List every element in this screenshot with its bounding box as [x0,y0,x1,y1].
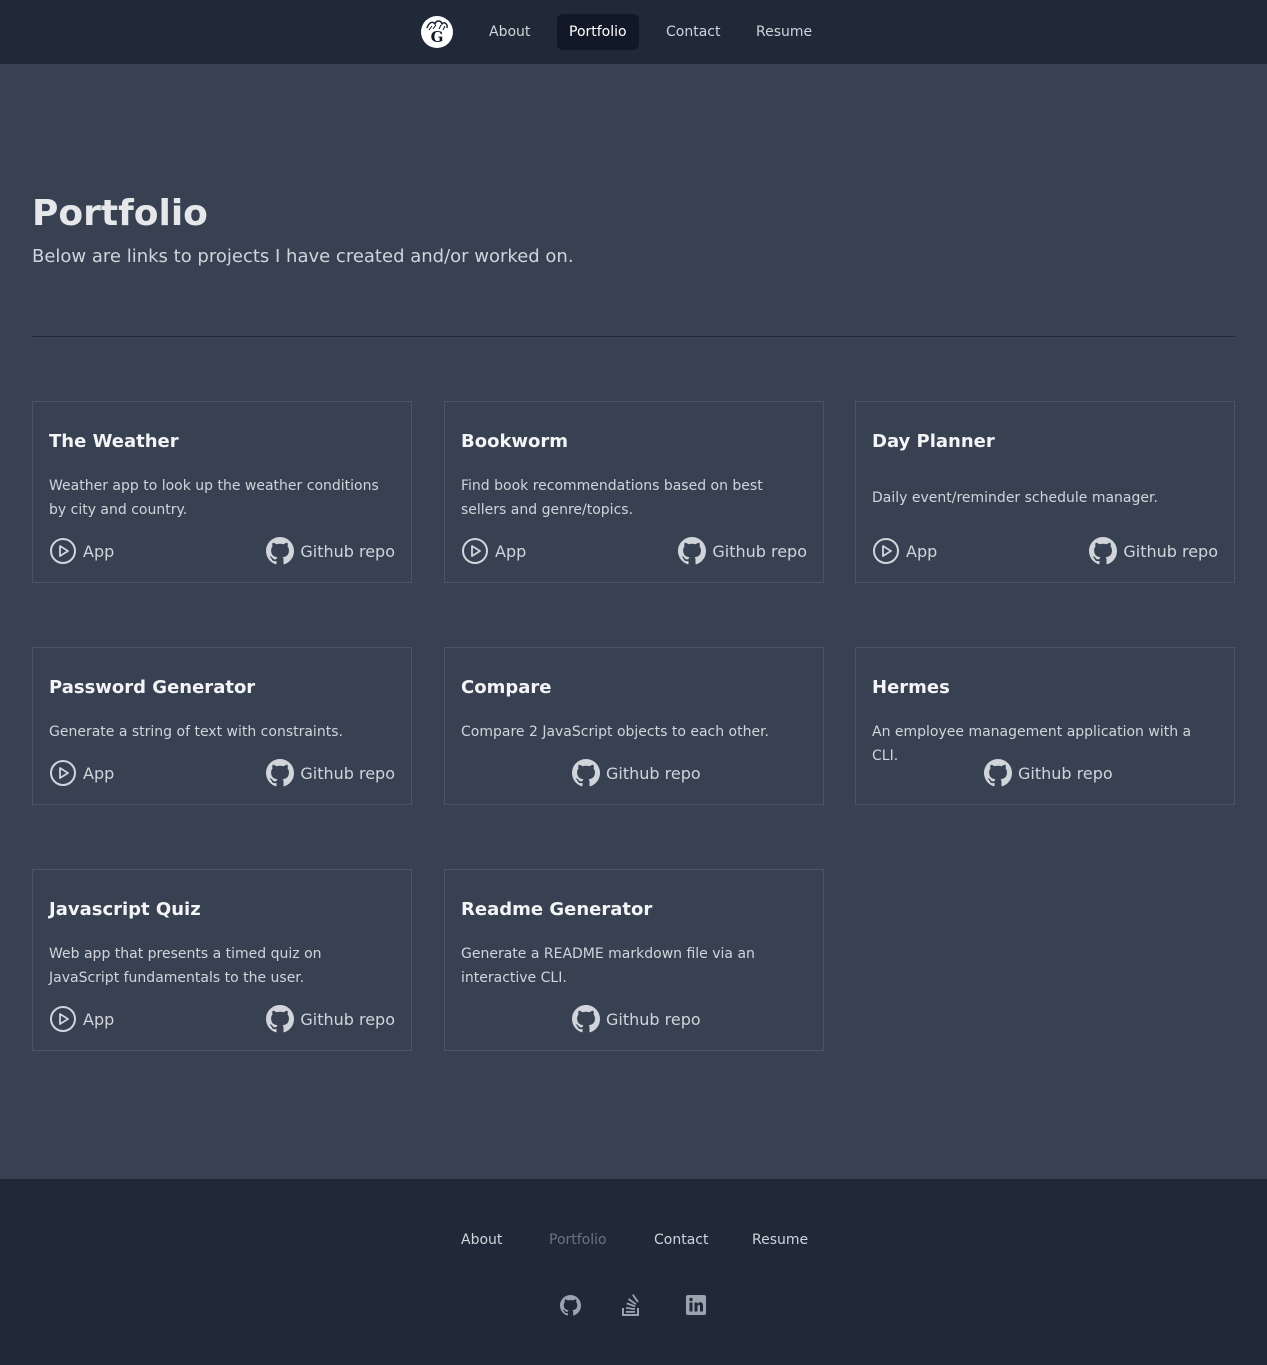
github-repo-link[interactable]: Github repo [572,757,701,789]
stackoverflow-social-link[interactable] [619,1293,643,1317]
project-title: Readme Generator [461,899,653,920]
play-icon [49,537,77,565]
project-description: Generate a README markdown file via an i… [461,946,755,986]
project-card: Day Planner Daily event/reminder schedul… [855,401,1235,583]
page-title: Portfolio [32,193,208,234]
github-repo-label: Github repo [1018,763,1113,783]
nav-about[interactable]: About [477,14,542,50]
footer-link-about[interactable]: About [461,1230,502,1250]
github-repo-link[interactable]: Github repo [678,535,807,567]
play-icon [49,759,77,787]
github-icon [266,537,294,565]
app-link-label: App [83,541,115,561]
project-title: The Weather [49,431,179,452]
github-social-link[interactable] [558,1293,582,1317]
logo[interactable]: G [421,16,453,48]
nav-portfolio[interactable]: Portfolio [557,14,639,50]
github-repo-link[interactable]: Github repo [266,535,395,567]
page-subtitle: Below are links to projects I have creat… [32,246,574,267]
github-icon [559,1294,581,1315]
project-description: Web app that presents a timed quiz on Ja… [49,946,322,986]
app-link[interactable]: App [872,535,937,567]
footer-link-resume[interactable]: Resume [752,1230,808,1250]
project-description: Find book recommendations based on best … [461,478,763,518]
app-link[interactable]: App [461,535,526,567]
nav-contact[interactable]: Contact [654,14,732,50]
project-title: Compare [461,677,552,698]
project-card: Javascript Quiz Web app that presents a … [32,869,412,1051]
github-repo-link[interactable]: Github repo [572,1003,701,1035]
app-link-label: App [906,541,938,561]
project-title: Day Planner [872,431,995,452]
play-icon [872,537,900,565]
divider [32,336,1235,337]
footer-link-portfolio[interactable]: Portfolio [549,1230,607,1250]
play-icon [49,1005,77,1033]
nav-resume[interactable]: Resume [744,14,824,50]
stackoverflow-icon [622,1294,639,1316]
github-repo-link[interactable]: Github repo [266,757,395,789]
project-description: Daily event/reminder schedule manager. [872,490,1158,506]
project-card: The Weather Weather app to look up the w… [32,401,412,583]
project-title: Password Generator [49,677,256,698]
github-repo-label: Github repo [300,1009,395,1029]
app-link-label: App [83,1009,115,1029]
project-title: Javascript Quiz [49,899,201,920]
github-repo-label: Github repo [606,1009,701,1029]
github-icon [266,1005,294,1033]
app-link-label: App [83,763,115,783]
github-icon [678,537,706,565]
footer: About Portfolio Contact Resume [0,1179,1267,1365]
footer-link-contact[interactable]: Contact [654,1230,708,1250]
app-link[interactable]: App [49,535,114,567]
project-description: Compare 2 JavaScript objects to each oth… [461,724,770,740]
project-card: Password Generator Generate a string of … [32,647,412,805]
linkedin-social-link[interactable] [684,1293,708,1317]
project-description: Generate a string of text with constrain… [49,724,343,740]
github-repo-label: Github repo [300,541,395,561]
github-icon [266,759,294,787]
github-repo-link[interactable]: Github repo [266,1003,395,1035]
github-icon [984,759,1012,787]
logo-icon: G [422,17,452,47]
github-icon [1089,537,1117,565]
project-card: Hermes An employee management applicatio… [855,647,1235,805]
github-repo-label: Github repo [712,541,807,561]
github-repo-label: Github repo [300,763,395,783]
github-repo-link[interactable]: Github repo [984,757,1113,789]
project-description: Weather app to look up the weather condi… [49,478,379,518]
linkedin-icon [686,1295,706,1315]
svg-text:G: G [431,28,444,46]
github-repo-label: Github repo [606,763,701,783]
top-navbar: G About Portfolio Contact Resume [0,0,1267,64]
app-link[interactable]: App [49,757,114,789]
github-icon [572,1005,600,1033]
play-icon [461,537,489,565]
project-card: Compare Compare 2 JavaScript objects to … [444,647,824,805]
project-card: Readme Generator Generate a README markd… [444,869,824,1051]
github-icon [572,759,600,787]
github-repo-label: Github repo [1123,541,1218,561]
app-link[interactable]: App [49,1003,114,1035]
project-card: Bookworm Find book recommendations based… [444,401,824,583]
github-repo-link[interactable]: Github repo [1089,535,1218,567]
project-title: Bookworm [461,431,569,452]
project-title: Hermes [872,677,950,698]
app-link-label: App [495,541,527,561]
